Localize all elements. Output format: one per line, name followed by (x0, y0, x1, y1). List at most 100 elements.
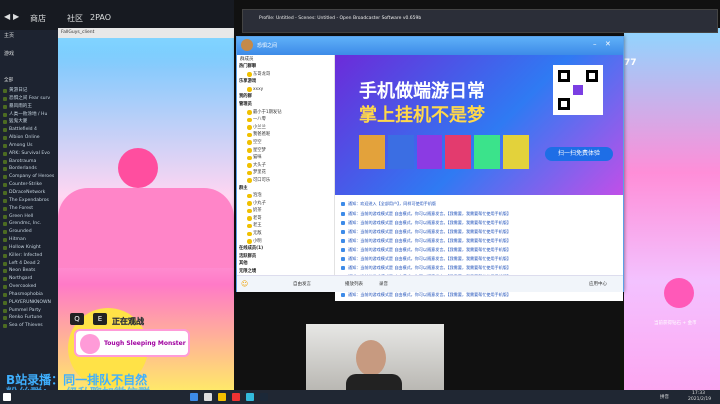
member-panel: 群成员 热门群聊 东哥龙哥 乐享游戏 xxxy 我的群 管理员 最小于1期发钻 … (237, 55, 335, 275)
taskbar-app-icon[interactable] (260, 393, 268, 401)
emoji-icon[interactable]: ☺ (241, 280, 248, 288)
game-item[interactable]: Overcooked (3, 283, 59, 291)
game-item[interactable]: Northgard (3, 275, 59, 283)
list-group[interactable]: 活跃群员 (239, 253, 333, 261)
game-item[interactable]: 恐惧之间 Fear surv (3, 95, 59, 103)
list-item[interactable]: 梦里花 (239, 169, 333, 177)
list-item[interactable]: 小兰兰 (239, 124, 333, 132)
list-group[interactable]: 在线成员(1) (239, 245, 333, 253)
game-item[interactable]: Counter-Strike (3, 181, 59, 189)
game-item[interactable]: Barotrauma (3, 158, 59, 166)
list-group[interactable]: 管理员 (239, 101, 333, 109)
list-item[interactable]: 泡泡 (239, 192, 333, 200)
notice-icon (341, 202, 345, 206)
forward-icon[interactable]: ▶ (13, 12, 19, 21)
list-item[interactable]: 小明 (239, 238, 333, 246)
right-score: 77 (624, 58, 637, 68)
game-item[interactable]: The Forest (3, 205, 59, 213)
game-item[interactable]: 黄游日记 (3, 87, 59, 95)
list-item[interactable]: 老王 (239, 222, 333, 230)
back-icon[interactable]: ◀ (4, 12, 10, 21)
taskbar-app-icon[interactable] (204, 393, 212, 401)
close-icon[interactable]: ✕ (605, 40, 611, 48)
game-item[interactable]: Left 4 Dead 2 (3, 260, 59, 268)
list-group[interactable]: 乐享游戏 (239, 78, 333, 86)
game-item[interactable]: Grounded (3, 228, 59, 236)
group-title: 恐惧之间 (257, 43, 278, 49)
thumb (445, 135, 472, 169)
list-item[interactable]: 星空梦 (239, 147, 333, 155)
game-item[interactable]: ARK: Survival Evo (3, 150, 59, 158)
thumb (387, 135, 414, 169)
sidebar-all[interactable]: 全部 (4, 77, 13, 83)
obs-window[interactable]: Profile: Untitled - Scenes: Untitled - O… (242, 9, 718, 33)
taskbar-app-icon[interactable] (190, 393, 198, 401)
record-button[interactable]: 录音 (379, 281, 388, 287)
game-item[interactable]: Hollow Knight (3, 244, 59, 252)
list-group[interactable]: 群主 (239, 185, 333, 193)
qq-toolbar: ☺ 自由发言 播放列表 录音 应用中心 (237, 275, 623, 292)
game-item[interactable]: Borderlands (3, 165, 59, 173)
game-item[interactable]: Neon Beats (3, 267, 59, 275)
minimize-icon[interactable]: – (593, 40, 597, 48)
list-group[interactable]: 我的群 (239, 93, 333, 101)
taskbar-app-icon[interactable] (246, 393, 254, 401)
game-item[interactable]: Sea of Thieves (3, 322, 59, 330)
start-icon[interactable] (3, 393, 11, 401)
list-item[interactable]: xxxy (239, 86, 333, 94)
chat-message: 通知：当前的游戏模式是 自由模式，你可以随意发言。【我需要，我需要帮忙使用手机版… (341, 265, 621, 272)
game-item[interactable]: DDraceNetwork (3, 189, 59, 197)
sky (58, 38, 234, 68)
game-item[interactable]: PLAYERUNKNOWN (3, 299, 59, 307)
list-item[interactable]: 一八零 (239, 116, 333, 124)
list-group[interactable]: 其他 (239, 260, 333, 268)
qq-group-window[interactable]: 恐惧之间 ✕ – 群成员 热门群聊 东哥龙哥 乐享游戏 xxxy 我的群 管理员… (236, 36, 624, 301)
list-item[interactable]: 猫咪 (239, 154, 333, 162)
taskbar-app-icon[interactable] (218, 393, 226, 401)
list-group[interactable]: 热门群聊 (239, 63, 333, 71)
qr-scan-button[interactable]: 扫一扫免费体验 (545, 147, 613, 161)
list-item[interactable]: 东哥龙哥 (239, 71, 333, 79)
thumb (359, 135, 385, 169)
nav-user[interactable]: 2PAO (90, 13, 111, 22)
playlist-button[interactable]: 播放列表 (345, 281, 363, 287)
nav-community[interactable]: 社区 (67, 13, 83, 24)
game-item[interactable]: Company of Heroes (3, 173, 59, 181)
sidebar-games[interactable]: 游戏 (4, 50, 14, 57)
game-item[interactable]: The Expendabros (3, 197, 59, 205)
thumb (474, 135, 501, 169)
free-speak-button[interactable]: 自由发言 (293, 281, 311, 287)
list-item[interactable]: 空空 (239, 139, 333, 147)
list-item[interactable]: 无敌 (239, 230, 333, 238)
game-item[interactable]: 猛鬼大厦 (3, 118, 59, 126)
list-item[interactable]: 大头子 (239, 162, 333, 170)
game-item[interactable]: Killer: Infected (3, 252, 59, 260)
game-item[interactable]: Albion Online (3, 134, 59, 142)
game-item[interactable]: 人类一败涂地 / Hu (3, 111, 59, 119)
sidebar-home[interactable]: 主页 (4, 32, 14, 39)
game-item[interactable]: Battlefield 4 (3, 126, 59, 134)
list-item[interactable]: 我爸爸呢 (239, 131, 333, 139)
nav-store[interactable]: 商店 (30, 13, 46, 24)
game-item[interactable]: Grendmc, Inc. (3, 220, 59, 228)
list-item[interactable]: 老哥 (239, 215, 333, 223)
player-card: Tough Sleeping Monster (74, 329, 190, 357)
list-item[interactable]: 最小于1期发钻 (239, 109, 333, 117)
list-item[interactable]: 可口可乐 (239, 177, 333, 185)
list-item[interactable]: 奶茶 (239, 207, 333, 215)
list-item[interactable]: 小丸子 (239, 200, 333, 208)
ime-label[interactable]: 拼音 (660, 394, 669, 400)
game-item[interactable]: Among Us (3, 142, 59, 150)
game-item[interactable]: Phasmophobia (3, 291, 59, 299)
game-item[interactable]: Green Hell (3, 213, 59, 221)
game-item[interactable]: Hitman (3, 236, 59, 244)
pink-obstacle (118, 148, 158, 188)
game-item[interactable]: Pummel Party (3, 307, 59, 315)
app-center-button[interactable]: 应用中心 (589, 281, 607, 287)
ad-banner[interactable]: 手机做端游日常 掌上挂机不是梦 扫一扫免费体验 (335, 55, 623, 195)
chat-message: 通知：当前的游戏模式是 自由模式，你可以随意发言。【我需要，我需要帮忙使用手机版… (341, 220, 621, 227)
taskbar: 拼音 17:33 2021/2/19 (0, 390, 720, 404)
taskbar-app-icon[interactable] (232, 393, 240, 401)
game-item[interactable]: 暴风雨的王 (3, 103, 59, 111)
game-item[interactable]: Renko Furtune (3, 314, 59, 322)
